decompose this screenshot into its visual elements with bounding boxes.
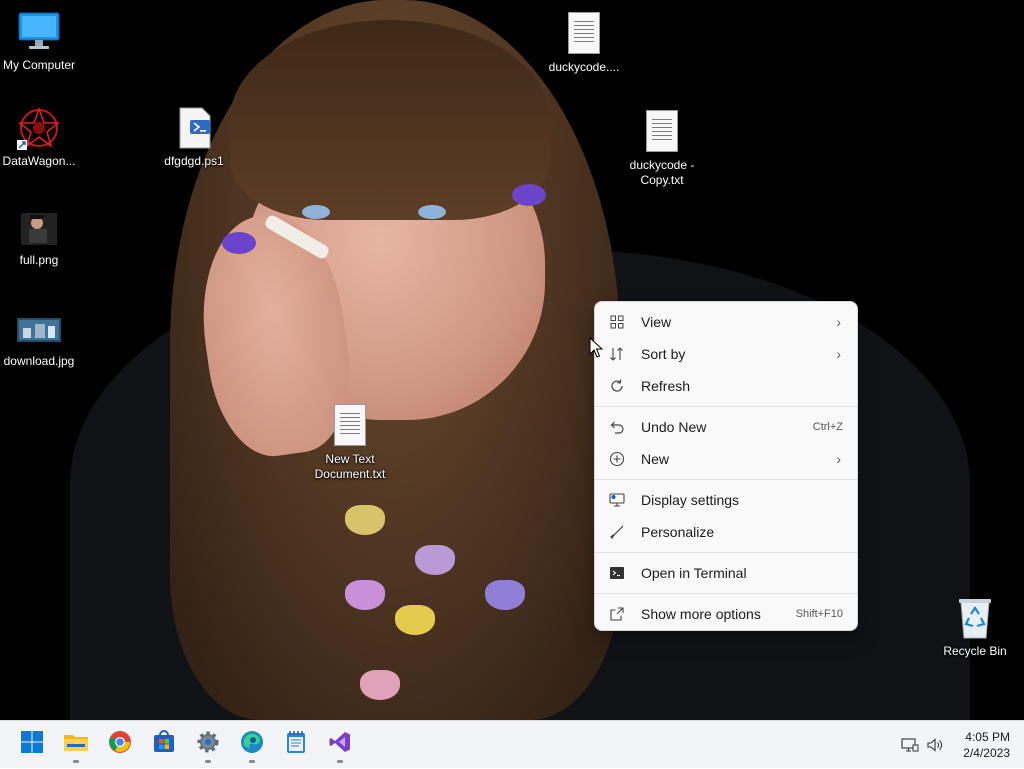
image-thumbnail-icon <box>17 306 61 350</box>
running-indicator <box>73 760 79 763</box>
taskbar-notepad[interactable] <box>278 727 314 761</box>
edge-icon <box>240 730 264 758</box>
menu-item-sort-by[interactable]: Sort by › <box>599 338 853 370</box>
refresh-icon <box>609 378 625 394</box>
network-icon[interactable] <box>900 735 920 755</box>
running-indicator <box>205 760 211 763</box>
notepad-icon <box>285 730 307 758</box>
gear-icon <box>196 730 220 758</box>
desktop-icon-duckycode[interactable]: duckycode.... <box>545 10 623 75</box>
share-icon <box>609 606 625 622</box>
desktop-icon-new-text-document[interactable]: New Text Document.txt <box>311 402 389 482</box>
display-icon <box>609 492 625 508</box>
chevron-right-icon: › <box>836 346 841 362</box>
chevron-right-icon: › <box>836 314 841 330</box>
taskbar-settings[interactable] <box>190 727 226 763</box>
menu-separator <box>595 479 857 480</box>
sort-icon <box>609 346 625 362</box>
visual-studio-icon <box>328 730 352 758</box>
taskbar-chrome[interactable] <box>102 727 138 761</box>
running-indicator <box>337 760 343 763</box>
image-thumbnail-icon <box>17 205 61 249</box>
menu-separator <box>595 406 857 407</box>
desktop-context-menu: View › Sort by › Refresh Undo New Ctrl+Z… <box>594 301 858 631</box>
terminal-icon <box>609 565 625 581</box>
clock-time: 4:05 PM <box>965 730 1010 744</box>
store-icon <box>152 730 176 758</box>
menu-separator <box>595 552 857 553</box>
computer-icon <box>17 10 61 54</box>
menu-item-show-more-options[interactable]: Show more options Shift+F10 <box>599 598 853 630</box>
windows-logo-icon <box>20 730 44 758</box>
shortcut-hint: Shift+F10 <box>795 608 843 620</box>
menu-item-personalize[interactable]: Personalize <box>599 516 853 548</box>
desktop-icon-download-jpg[interactable]: download.jpg <box>0 306 78 369</box>
menu-item-display-settings[interactable]: Display settings <box>599 484 853 516</box>
menu-item-open-in-terminal[interactable]: Open in Terminal <box>599 557 853 589</box>
desktop-icon-my-computer[interactable]: My Computer <box>0 10 78 73</box>
volume-icon[interactable] <box>924 735 946 755</box>
plus-circle-icon <box>609 451 625 467</box>
desktop-icon-dfgdgd-ps1[interactable]: dfgdgd.ps1 <box>155 106 233 169</box>
taskbar: 4:05 PM 2/4/2023 <box>0 720 1024 768</box>
desktop[interactable]: My Computer DataWagon... full.png downlo… <box>0 0 1024 720</box>
brush-icon <box>609 524 625 540</box>
menu-item-view[interactable]: View › <box>599 306 853 338</box>
clock-date: 2/4/2023 <box>963 746 1010 760</box>
text-file-icon <box>562 12 606 56</box>
taskbar-file-explorer[interactable] <box>58 727 94 763</box>
desktop-icon-full-png[interactable]: full.png <box>0 205 78 268</box>
taskbar-edge[interactable] <box>234 727 270 763</box>
desktop-icon-recycle-bin[interactable]: Recycle Bin <box>936 596 1014 659</box>
mouse-cursor-icon <box>589 336 604 363</box>
menu-item-refresh[interactable]: Refresh <box>599 370 853 402</box>
clock[interactable]: 4:05 PM 2/4/2023 <box>963 729 1010 761</box>
menu-item-new[interactable]: New › <box>599 443 853 475</box>
menu-separator <box>595 593 857 594</box>
chevron-right-icon: › <box>836 451 841 467</box>
shortcut-hint: Ctrl+Z <box>812 421 843 433</box>
text-file-icon <box>640 110 684 154</box>
undo-icon <box>609 419 625 435</box>
text-file-icon <box>328 404 372 448</box>
desktop-icon-duckycode-copy[interactable]: duckycode - Copy.txt <box>623 108 701 188</box>
taskbar-microsoft-store[interactable] <box>146 727 182 761</box>
folder-icon <box>63 730 89 758</box>
running-indicator <box>249 760 255 763</box>
menu-item-undo-new[interactable]: Undo New Ctrl+Z <box>599 411 853 443</box>
desktop-icon-datawagon[interactable]: DataWagon... <box>0 106 78 169</box>
grid-icon <box>609 314 625 330</box>
start-button[interactable] <box>14 727 50 761</box>
recycle-bin-icon <box>953 596 997 640</box>
shortcut-art-icon <box>17 106 61 150</box>
system-tray <box>900 721 946 769</box>
chrome-icon <box>108 730 132 758</box>
powershell-file-icon <box>172 106 216 150</box>
taskbar-visual-studio[interactable] <box>322 727 358 763</box>
